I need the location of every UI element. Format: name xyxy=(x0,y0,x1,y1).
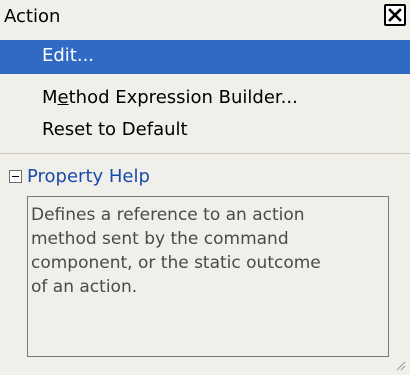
property-help-box: Defines a reference to an action method … xyxy=(27,196,389,357)
title-bar: Action xyxy=(0,0,410,40)
close-icon xyxy=(388,8,402,22)
mnemonic-suffix: thod Expression Builder... xyxy=(68,87,298,108)
close-button[interactable] xyxy=(384,4,406,26)
property-help-text: Defines a reference to an action method … xyxy=(31,205,321,297)
menu-item-reset-to-default-label: Reset to Default xyxy=(42,119,188,140)
mnemonic-letter: e xyxy=(57,87,69,108)
mnemonic-prefix: M xyxy=(42,87,58,108)
menu-item-edit-label: Edit... xyxy=(42,45,95,66)
menu-item-method-expression-builder-label: Method Expression Builder... xyxy=(42,87,298,108)
window-title: Action xyxy=(4,6,61,27)
resize-grip-icon[interactable] xyxy=(394,359,406,371)
collapse-minus-icon[interactable] xyxy=(9,170,22,183)
menu-item-reset-to-default[interactable]: Reset to Default xyxy=(0,114,410,148)
property-help-title: Property Help xyxy=(27,166,150,187)
action-popup-panel: Action Edit... Method Expression Builder… xyxy=(0,0,410,375)
menu-item-edit[interactable]: Edit... xyxy=(0,40,410,74)
divider xyxy=(0,153,410,154)
menu-item-method-expression-builder[interactable]: Method Expression Builder... xyxy=(0,82,410,116)
